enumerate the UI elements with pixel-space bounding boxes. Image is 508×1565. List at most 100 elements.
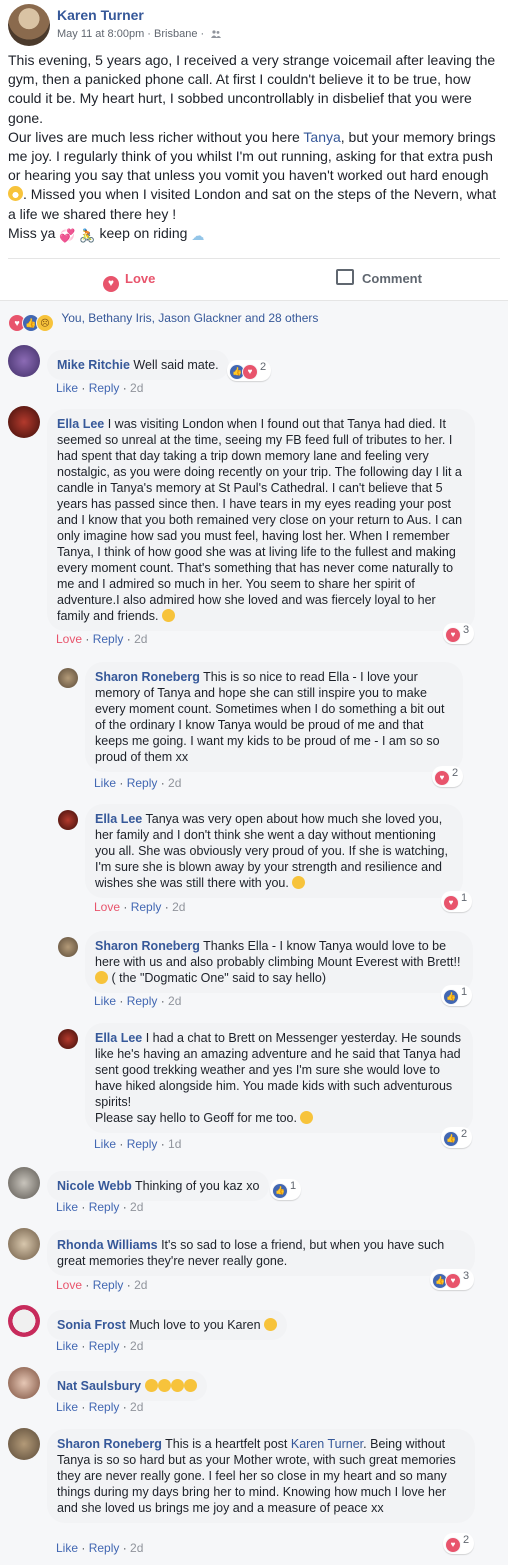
comment-text: This is a heartfelt post [165, 1437, 291, 1451]
love-button[interactable]: ♥ Love [103, 259, 155, 299]
avatar[interactable] [8, 1367, 40, 1399]
post-paragraph: This evening, 5 years ago, I received a … [8, 52, 496, 126]
comment-timestamp[interactable]: 2d [130, 1200, 143, 1214]
comment-like-link[interactable]: Like [56, 1400, 78, 1414]
comment-author[interactable]: Sharon Roneberg [95, 670, 200, 684]
comment-reaction-count[interactable]: 👍 1 [270, 1179, 302, 1200]
avatar[interactable] [58, 810, 78, 830]
post-location[interactable]: Brisbane [154, 28, 197, 40]
comment-reply-link[interactable]: Reply [127, 776, 158, 790]
avatar[interactable] [8, 345, 40, 377]
comment-love-link[interactable]: Love [56, 632, 82, 646]
like-reaction-icon: 👍 [443, 989, 459, 1005]
comment-reply-link[interactable]: Reply [89, 1541, 120, 1555]
comment-text: Thinking of you kaz xo [135, 1179, 260, 1193]
comment-author[interactable]: Sharon Roneberg [57, 1437, 162, 1451]
comment-reaction-count[interactable]: ♥ 1 [441, 891, 473, 912]
comment-author[interactable]: Rhonda Williams [57, 1238, 158, 1252]
friends-audience-icon[interactable] [211, 30, 222, 39]
comment-reaction-count[interactable]: 👍 ♥ 3 [430, 1269, 475, 1290]
comment-reply-link[interactable]: Reply [89, 1339, 120, 1353]
smile-emoji-icon [300, 1111, 314, 1124]
comment-like-link[interactable]: Like [94, 994, 116, 1008]
comment-button[interactable]: Comment [336, 259, 422, 299]
comment-reply-link[interactable]: Reply [93, 632, 124, 646]
tag-karen-turner[interactable]: Karen Turner [291, 1437, 363, 1451]
comment-actions: Like · Reply · 2d [94, 994, 182, 1008]
comment-reaction-count[interactable]: 👍 1 [441, 985, 473, 1006]
comment-reply-link[interactable]: Reply [93, 1278, 124, 1292]
comment-timestamp[interactable]: 2d [130, 381, 143, 395]
comment-bubble: Nicole Webb Thinking of you kaz xo [47, 1171, 270, 1201]
cloud-emoji-icon: ☁ [191, 227, 205, 243]
comment-timestamp[interactable]: 2d [134, 632, 147, 646]
comment-like-link[interactable]: Like [56, 1541, 78, 1555]
comment-author[interactable]: Mike Ritchie [57, 358, 130, 372]
comment-author[interactable]: Nicole Webb [57, 1179, 132, 1193]
comment-timestamp[interactable]: 2d [134, 1278, 147, 1292]
comment-reaction-count[interactable]: ♥ 2 [443, 1533, 475, 1554]
comment-reaction-count[interactable]: ♥ 3 [443, 623, 475, 644]
comment-reaction-count[interactable]: 👍 ♥ 2 [227, 360, 272, 381]
comment-bubble: Sharon Roneberg This is a heartfelt post… [47, 1429, 475, 1523]
comment-timestamp[interactable]: 1d [168, 1137, 181, 1151]
comment-reply-link[interactable]: Reply [89, 1200, 120, 1214]
avatar[interactable] [8, 1428, 40, 1460]
comment-icon [336, 269, 354, 285]
comment-bubble: Mike Ritchie Well said mate. [47, 350, 229, 380]
comment-like-link[interactable]: Like [56, 1200, 78, 1214]
comment-timestamp[interactable]: 2d [172, 900, 185, 914]
comment-author[interactable]: Sharon Roneberg [95, 939, 200, 953]
author-avatar[interactable] [8, 4, 50, 46]
comment-timestamp[interactable]: 2d [130, 1541, 143, 1555]
avatar[interactable] [8, 406, 40, 438]
tag-tanya[interactable]: Tanya [303, 129, 340, 145]
avatar[interactable] [58, 937, 78, 957]
comment-love-link[interactable]: Love [94, 900, 120, 914]
comment-timestamp[interactable]: 2d [168, 776, 181, 790]
comment-reply-link[interactable]: Reply [127, 994, 158, 1008]
post-author[interactable]: Karen Turner [57, 7, 144, 23]
comment-actions: Like · Reply · 2d [56, 1400, 144, 1414]
heart-icon: ♥ [103, 276, 119, 292]
comment-timestamp[interactable]: 2d [130, 1339, 143, 1353]
comment-author[interactable]: Sonia Frost [57, 1318, 126, 1332]
reply-bubble: Sharon Roneberg This is so nice to read … [85, 662, 463, 772]
comment-author[interactable]: Ella Lee [95, 812, 142, 826]
comment-author[interactable]: Ella Lee [57, 417, 104, 431]
comment-author[interactable]: Nat Saulsbury [57, 1379, 141, 1393]
comment-author[interactable]: Ella Lee [95, 1031, 142, 1045]
comment-reaction-count[interactable]: 👍 2 [441, 1127, 473, 1148]
avatar[interactable] [58, 668, 78, 688]
comment-reply-link[interactable]: Reply [127, 1137, 158, 1151]
bicycle-emoji-icon: 🚴 [79, 227, 96, 243]
comment-like-link[interactable]: Like [56, 381, 78, 395]
comment-timestamp[interactable]: 2d [130, 1400, 143, 1414]
avatar[interactable] [58, 1029, 78, 1049]
post-date[interactable]: May 11 at 8:00pm [57, 28, 144, 40]
comment-like-link[interactable]: Like [56, 1339, 78, 1353]
love-reaction-icon: ♥ [242, 364, 258, 380]
crying-emoji-icon [161, 609, 175, 622]
kiss-emoji-icon [170, 1379, 184, 1392]
comment-timestamp[interactable]: 2d [168, 994, 181, 1008]
comment-actions: Like · Reply · 2d [56, 381, 144, 395]
post-action-bar: ♥ Love Comment [8, 258, 500, 299]
comment-like-link[interactable]: Like [94, 1137, 116, 1151]
comment-reply-link[interactable]: Reply [131, 900, 162, 914]
post-meta: May 11 at 8:00pm · Brisbane · [57, 28, 222, 40]
reply-bubble: Ella Lee Tanya was very open about how m… [85, 804, 463, 898]
reactions-summary[interactable]: ♥ 👍 ☹ You, Bethany Iris, Jason Glackner an… [8, 311, 318, 332]
avatar[interactable] [8, 1228, 40, 1260]
comment-reaction-count[interactable]: ♥ 2 [432, 766, 464, 787]
laughing-emoji-icon [157, 1379, 171, 1392]
comment-love-link[interactable]: Love [56, 1278, 82, 1292]
post-paragraph: Our lives are much less richer without y… [8, 128, 497, 222]
comment-reply-link[interactable]: Reply [89, 1400, 120, 1414]
post-card: Karen Turner May 11 at 8:00pm · Brisbane… [0, 0, 508, 300]
comment-like-link[interactable]: Like [94, 776, 116, 790]
avatar[interactable] [8, 1167, 40, 1199]
comment-reply-link[interactable]: Reply [89, 381, 120, 395]
laughing-emoji-icon [183, 1379, 197, 1392]
avatar[interactable] [8, 1305, 40, 1337]
